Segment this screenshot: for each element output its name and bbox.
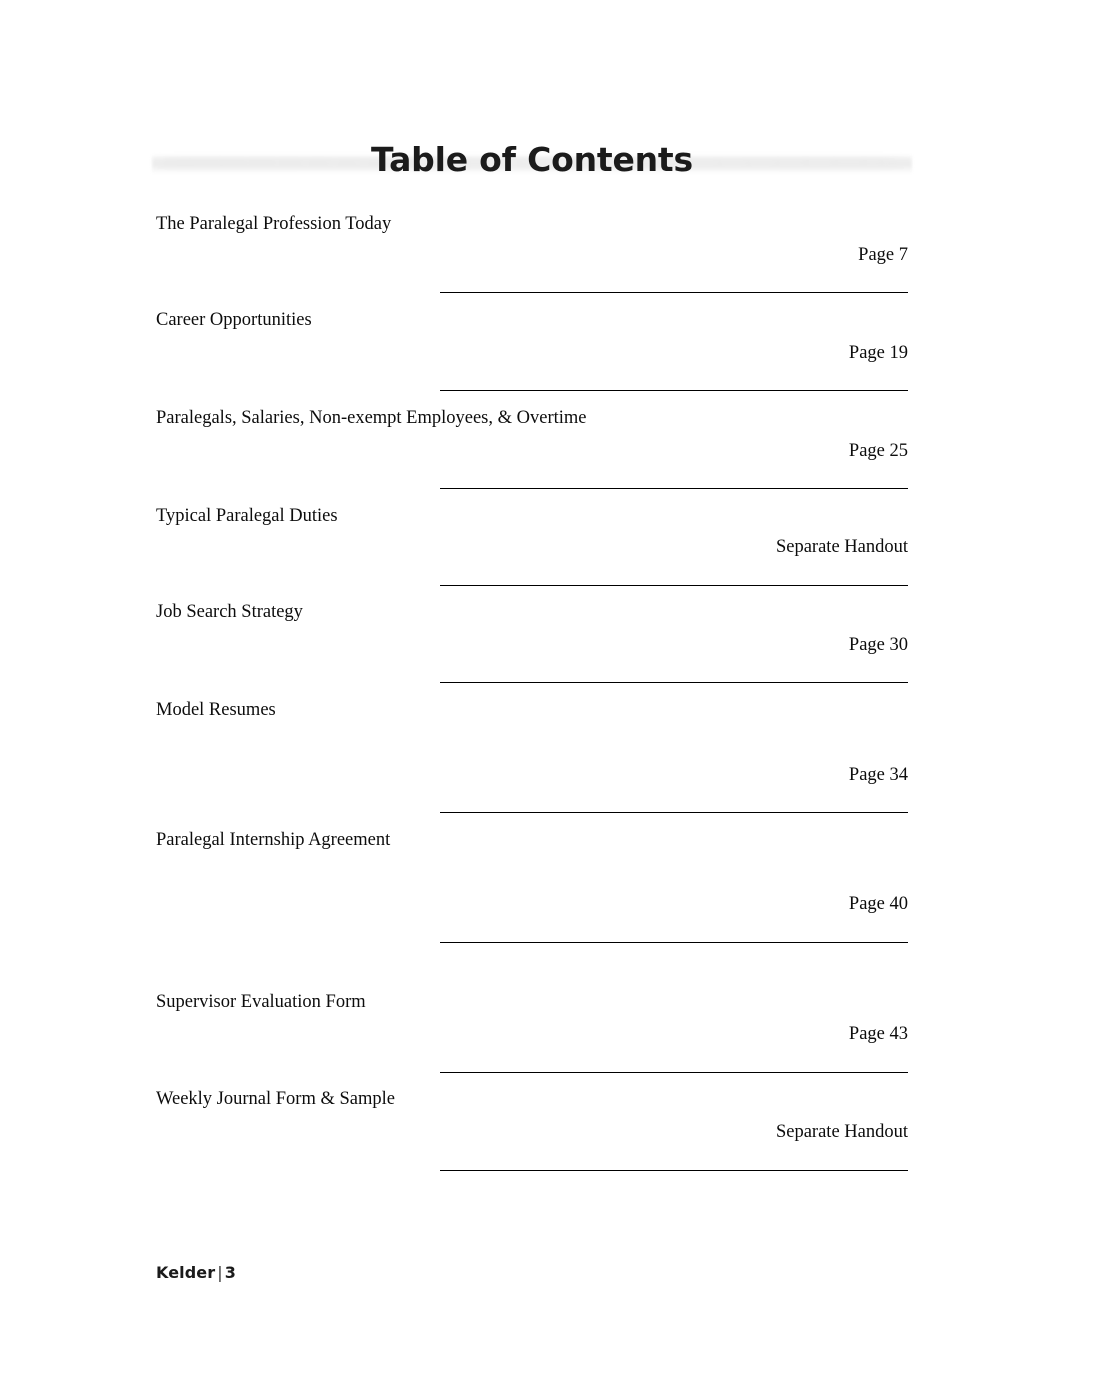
document-page: Table of Contents The Paralegal Professi…: [0, 0, 1101, 1377]
toc-entry-divider: [440, 585, 908, 586]
toc-entry-label: Job Search Strategy: [156, 602, 303, 622]
toc-entry-label: Weekly Journal Form & Sample: [156, 1089, 395, 1109]
toc-entry-label: Paralegals, Salaries, Non-exempt Employe…: [156, 408, 587, 428]
page-footer: Kelder | 3: [156, 1262, 236, 1284]
toc-entry-divider: [440, 1170, 908, 1171]
toc-entry-page: Page 43: [848, 1024, 908, 1044]
toc-entry-divider: [440, 942, 908, 943]
toc-entry-page: Separate Handout: [775, 537, 908, 557]
toc-entry-label: Typical Paralegal Duties: [156, 506, 338, 526]
toc-entry-divider: [440, 488, 908, 489]
toc-entry-label: The Paralegal Profession Today: [156, 214, 392, 234]
toc-entry-page: Page 40: [848, 894, 908, 914]
page-title: Table of Contents: [371, 140, 693, 180]
footer-author: Kelder: [156, 1263, 216, 1282]
toc-entry-label: Paralegal Internship Agreement: [156, 830, 391, 850]
toc-entry-divider: [440, 682, 908, 683]
toc-entry-divider: [440, 292, 908, 293]
toc-entry-page: Page 19: [848, 343, 908, 363]
toc-entry-label: Supervisor Evaluation Form: [156, 992, 366, 1012]
toc-entry-label: Model Resumes: [156, 700, 276, 720]
toc-entry-divider: [440, 812, 908, 813]
toc-entry-page: Page 7: [858, 245, 908, 265]
footer-separator: |: [217, 1263, 223, 1282]
toc-entry-page: Separate Handout: [775, 1122, 908, 1142]
toc-entry-page: Page 30: [848, 635, 908, 655]
footer-page-number: 3: [224, 1263, 236, 1282]
toc-entry-page: Page 25: [848, 441, 908, 461]
toc-entry-page: Page 34: [848, 765, 908, 785]
toc-entry-divider: [440, 390, 908, 391]
toc-entry-divider: [440, 1072, 908, 1073]
toc-entry-label: Career Opportunities: [156, 310, 312, 330]
